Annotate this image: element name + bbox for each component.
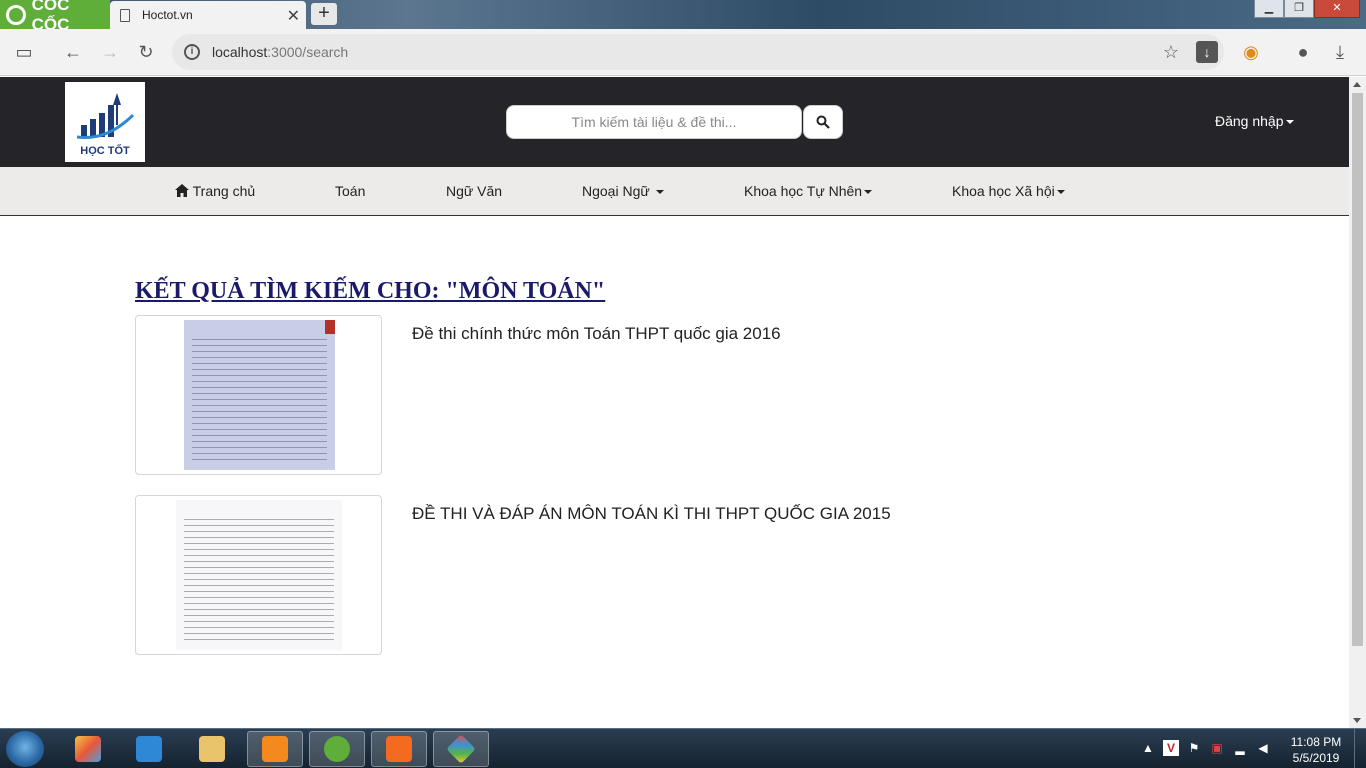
chevron-down-icon bbox=[864, 190, 873, 195]
exam-paper-image bbox=[184, 320, 335, 470]
result-link[interactable]: Đề thi chính thức môn Toán THPT quốc gia… bbox=[412, 324, 781, 344]
taskbar-app-coccoc[interactable] bbox=[309, 731, 365, 767]
start-button[interactable] bbox=[6, 731, 44, 767]
show-desktop-button[interactable] bbox=[1354, 729, 1366, 768]
logo-text: HỌC TỐT bbox=[80, 145, 130, 157]
category-menu: Trang chủ Toán Ngữ Văn Ngoại Ngữ Khoa họ… bbox=[0, 167, 1349, 216]
clock-time: 11:08 PM bbox=[1290, 735, 1342, 749]
menu-item-math[interactable]: Toán bbox=[335, 183, 365, 199]
paper-corner-mark bbox=[325, 320, 335, 334]
antivirus-icon[interactable]: V bbox=[1163, 740, 1179, 756]
login-dropdown[interactable]: Đăng nhập bbox=[1215, 113, 1294, 129]
action-center-icon[interactable]: ⚑ bbox=[1186, 740, 1202, 756]
site-info-icon[interactable]: i bbox=[184, 44, 200, 60]
tab-title: Hoctot.vn bbox=[142, 8, 193, 22]
menu-item-literature[interactable]: Ngữ Văn bbox=[446, 183, 502, 199]
exam-paper-text-lines bbox=[184, 514, 334, 640]
volume-icon[interactable]: ◀ bbox=[1255, 740, 1271, 756]
media-player-icon bbox=[136, 736, 162, 762]
address-bar[interactable]: i localhost:3000/search bbox=[172, 34, 1224, 70]
screen: CỐC CỐC Hoctot.vn ✕ + ▁ ❐ ✕ ▭ ← → ↻ i lo… bbox=[0, 0, 1366, 768]
profile-icon[interactable]: ● bbox=[1292, 41, 1314, 63]
menu-item-natural-science[interactable]: Khoa học Tự Nhên bbox=[744, 183, 873, 199]
taskbar-app-media[interactable] bbox=[121, 731, 177, 767]
forward-icon[interactable]: → bbox=[99, 41, 121, 63]
search-input[interactable] bbox=[506, 105, 802, 139]
taskbar-app-paint[interactable] bbox=[60, 731, 116, 767]
back-icon[interactable]: ← bbox=[62, 41, 84, 63]
menu-item-foreign-language[interactable]: Ngoại Ngữ bbox=[582, 183, 664, 199]
search-button[interactable] bbox=[803, 105, 843, 139]
browser-toolbar: ▭ ← → ↻ i localhost:3000/search ☆ ↓ ◉ ● … bbox=[0, 29, 1366, 76]
app-diamond-icon bbox=[446, 734, 476, 764]
save-page-icon[interactable]: ↓ bbox=[1196, 41, 1218, 63]
new-tab-button[interactable]: + bbox=[311, 3, 337, 25]
scroll-up-icon[interactable] bbox=[1353, 82, 1361, 87]
menu-item-home[interactable]: Trang chủ bbox=[175, 183, 255, 199]
window-controls: ▁ ❐ ✕ bbox=[1254, 0, 1360, 18]
show-hidden-icons-icon[interactable]: ▲ bbox=[1140, 740, 1156, 756]
coccoc-logo-icon bbox=[6, 4, 26, 25]
browser-tab-bar: CỐC CỐC Hoctot.vn ✕ + ▁ ❐ ✕ bbox=[0, 0, 1366, 34]
page-icon bbox=[120, 8, 130, 22]
chevron-down-icon bbox=[1285, 120, 1294, 125]
sublime-text-icon bbox=[262, 736, 288, 762]
browser-brand[interactable]: CỐC CỐC bbox=[0, 0, 110, 34]
search-results-heading: KẾT QUẢ TÌM KIẾM CHO: "MÔN TOÁN" bbox=[135, 278, 606, 304]
maximize-button[interactable]: ❐ bbox=[1284, 0, 1314, 18]
taskbar-app-xampp[interactable] bbox=[371, 731, 427, 767]
menu-item-label: Ngoại Ngữ bbox=[582, 183, 650, 199]
coccoc-icon bbox=[324, 736, 350, 762]
menu-item-label: Khoa học Xã hội bbox=[952, 183, 1055, 199]
downloads-icon[interactable]: ⤓ bbox=[1329, 41, 1351, 63]
bookmark-star-icon[interactable]: ☆ bbox=[1160, 41, 1182, 63]
site-logo[interactable]: HỌC TỐT bbox=[65, 82, 145, 162]
menu-item-label: Khoa học Tự Nhên bbox=[744, 183, 863, 199]
taskbar-app-sublime[interactable] bbox=[247, 731, 303, 767]
minimize-button[interactable]: ▁ bbox=[1254, 0, 1284, 18]
extension-icon[interactable]: ◉ bbox=[1240, 41, 1262, 63]
chevron-down-icon bbox=[655, 190, 664, 195]
xampp-icon bbox=[386, 736, 412, 762]
search-icon bbox=[816, 115, 830, 129]
network-warning-icon[interactable]: ▣ bbox=[1209, 740, 1225, 756]
scroll-thumb[interactable] bbox=[1352, 93, 1363, 646]
taskbar-app-explorer[interactable] bbox=[184, 731, 240, 767]
page-scrollbar[interactable] bbox=[1349, 77, 1366, 728]
folder-icon bbox=[199, 736, 225, 762]
signal-icon[interactable]: ▂ bbox=[1232, 740, 1248, 756]
taskbar-app-other[interactable] bbox=[433, 731, 489, 767]
menu-item-label: Ngữ Văn bbox=[446, 183, 503, 199]
result-link[interactable]: ĐỀ THI VÀ ĐÁP ÁN MÔN TOÁN KÌ THI THPT QU… bbox=[412, 504, 891, 524]
login-label: Đăng nhập bbox=[1215, 113, 1284, 129]
chevron-down-icon bbox=[1056, 190, 1065, 195]
exam-paper-image bbox=[176, 500, 342, 650]
home-icon bbox=[175, 184, 189, 197]
exam-paper-text-lines bbox=[192, 334, 327, 460]
browser-tab[interactable]: Hoctot.vn ✕ bbox=[110, 1, 306, 29]
menu-item-label: Trang chủ bbox=[192, 183, 256, 199]
logo-chart-icon bbox=[76, 93, 135, 140]
result-thumbnail[interactable] bbox=[135, 315, 382, 475]
menu-item-label: Toán bbox=[335, 183, 366, 199]
reload-icon[interactable]: ↻ bbox=[135, 41, 157, 63]
system-tray: ▲ V ⚑ ▣ ▂ ◀ bbox=[1140, 740, 1271, 756]
sidebar-toggle-icon[interactable]: ▭ bbox=[13, 41, 35, 63]
windows-taskbar: ▲ V ⚑ ▣ ▂ ◀ 11:08 PM 5/5/2019 bbox=[0, 728, 1366, 768]
scroll-down-icon[interactable] bbox=[1353, 718, 1361, 723]
close-window-button[interactable]: ✕ bbox=[1314, 0, 1360, 18]
url-host: localhost bbox=[212, 44, 268, 60]
menu-item-social-science[interactable]: Khoa học Xã hội bbox=[952, 183, 1065, 199]
result-thumbnail[interactable] bbox=[135, 495, 382, 655]
system-clock[interactable]: 11:08 PM 5/5/2019 bbox=[1284, 734, 1348, 766]
site-header: HỌC TỐT Đăng nhập bbox=[0, 77, 1349, 167]
url-path: :3000/search bbox=[267, 44, 349, 60]
clock-date: 5/5/2019 bbox=[1292, 751, 1340, 765]
paint-icon bbox=[75, 736, 101, 762]
tab-close-icon[interactable]: ✕ bbox=[287, 6, 300, 26]
